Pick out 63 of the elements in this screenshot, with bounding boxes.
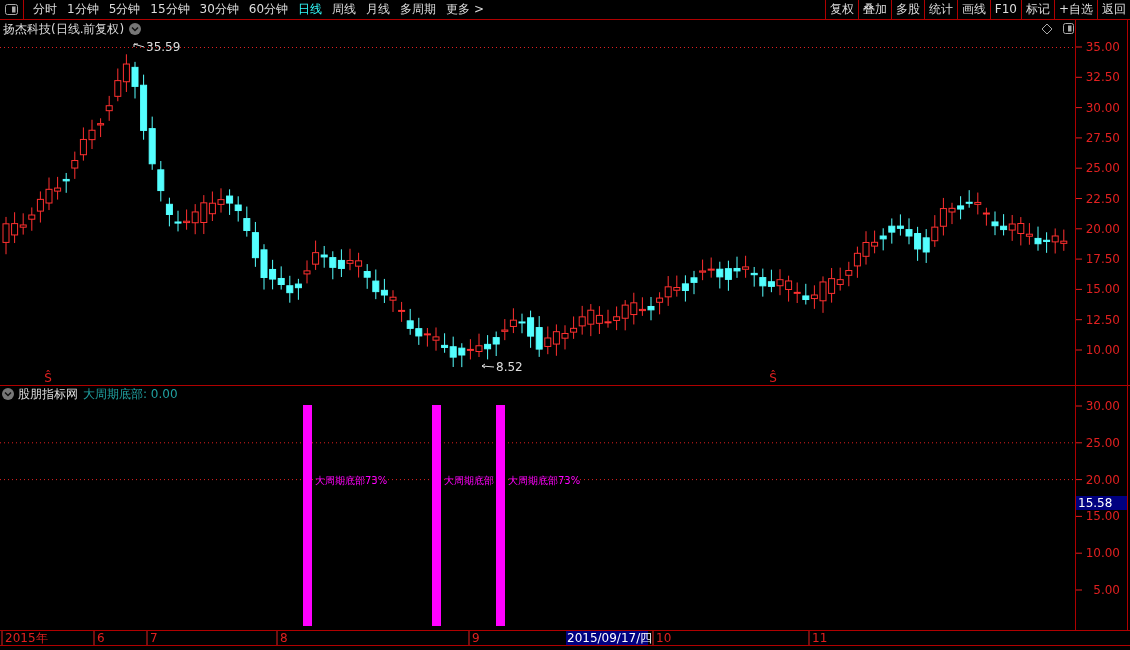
period-tab[interactable]: 60分钟 — [243, 0, 294, 19]
axis-label: 35.00 — [1085, 40, 1120, 54]
signal-label: 大周期底部73% — [508, 475, 581, 486]
stock-title: 扬杰科技(日线.前复权) — [3, 22, 125, 36]
axis-label: 20.00 — [1085, 472, 1120, 487]
cursor-date: 2015/09/17/四 — [566, 631, 653, 645]
period-tab[interactable]: 月线 — [361, 0, 396, 19]
indicator-name: 股朋指标网 — [18, 387, 78, 401]
toolbar-button[interactable]: 标记 — [1020, 0, 1054, 19]
panel-toggle-icon[interactable] — [5, 4, 18, 15]
period-tab[interactable]: 15分钟 — [145, 0, 195, 19]
axis-label: 25.00 — [1085, 435, 1120, 450]
date-label: 2015年 — [5, 631, 48, 645]
axis-label: 5.00 — [1093, 583, 1120, 597]
leader-line — [481, 363, 495, 369]
low-price-label: 8.52 — [496, 360, 523, 374]
signal-marker: Ŝ — [44, 371, 52, 385]
date-label: 9 — [472, 631, 480, 645]
period-tab[interactable]: 分时 — [28, 0, 62, 19]
period-tab[interactable]: 5分钟 — [103, 0, 146, 19]
toolbar-button[interactable]: 叠加 — [857, 0, 891, 19]
period-tab[interactable]: 30分钟 — [194, 0, 244, 19]
toolbar-button[interactable]: F10 — [989, 0, 1021, 19]
toolbar-button[interactable]: +自选 — [1053, 0, 1097, 19]
axis-label: 17.50 — [1085, 252, 1120, 267]
toolbar-button[interactable]: 多股 — [890, 0, 924, 19]
signal-label: 大周期底部 — [444, 475, 494, 486]
period-tab[interactable]: 更多 > — [441, 0, 489, 19]
signal-label: 大周期底部73% — [315, 475, 388, 486]
diamond-icon[interactable] — [1041, 23, 1053, 35]
axis-label: 30.00 — [1085, 100, 1120, 115]
period-tab[interactable]: 日线 — [293, 0, 328, 19]
high-price-label: 35.59 — [146, 40, 181, 54]
chevron-down-icon[interactable] — [2, 388, 14, 400]
panel-toggle-icon[interactable] — [1063, 23, 1074, 34]
signal-marker: Ŝ — [769, 371, 777, 385]
current-value: 15.58 — [1076, 496, 1127, 510]
date-label: 8 — [280, 631, 288, 645]
axis-label: 15.00 — [1085, 282, 1120, 297]
period-tab[interactable]: 周线 — [327, 0, 362, 19]
date-label: 7 — [150, 631, 158, 645]
date-label: 11 — [812, 631, 828, 645]
axis-label: 15.00 — [1085, 509, 1120, 524]
date-label: 10 — [656, 631, 672, 645]
axis-label: 27.50 — [1085, 130, 1120, 145]
axis-label: 12.50 — [1085, 312, 1120, 327]
axis-label: 30.00 — [1085, 399, 1120, 413]
chevron-down-icon[interactable] — [129, 23, 141, 35]
period-tab[interactable]: 多周期 — [395, 0, 442, 19]
toolbar-button[interactable]: 返回 — [1097, 0, 1130, 19]
period-tab[interactable]: 1分钟 — [62, 0, 104, 19]
indicator-readout: 大周期底部: 0.00 — [83, 387, 178, 401]
toolbar-button[interactable]: 画线 — [956, 0, 990, 19]
axis-label: 20.00 — [1085, 221, 1120, 236]
axis-label: 32.50 — [1085, 70, 1120, 85]
axis-label: 10.00 — [1085, 546, 1120, 561]
axis-label: 22.50 — [1085, 191, 1120, 206]
leader-line — [133, 43, 145, 48]
axis-label: 25.00 — [1085, 161, 1120, 176]
date-label: 6 — [97, 631, 105, 645]
toolbar-button[interactable]: 统计 — [923, 0, 957, 19]
axis-label: 10.00 — [1085, 343, 1120, 357]
toolbar-button[interactable]: 复权 — [824, 0, 858, 19]
